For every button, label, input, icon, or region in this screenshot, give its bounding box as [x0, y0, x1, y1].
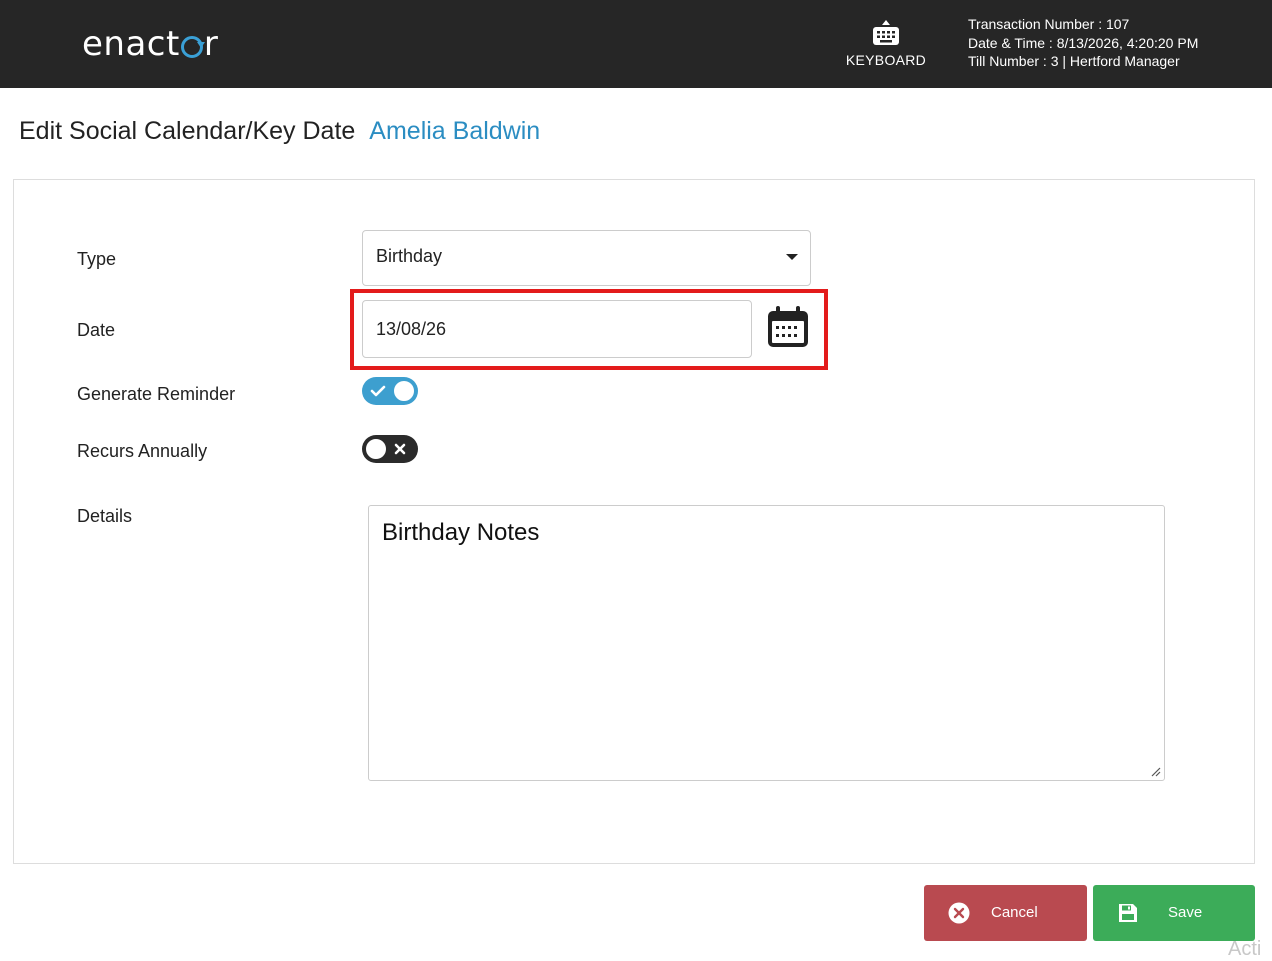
till-info: Till Number : 3 | Hertford Manager [968, 53, 1180, 69]
caret-down-icon [786, 254, 798, 260]
keyboard-icon [873, 20, 899, 45]
cancel-button[interactable]: Cancel [924, 885, 1087, 941]
enactor-logo: enact r [82, 22, 218, 66]
save-button[interactable]: Save [1093, 885, 1255, 941]
page-title-text: Edit Social Calendar/Key Date [19, 117, 356, 145]
close-icon [394, 443, 406, 455]
toggle-knob [392, 379, 416, 403]
recurs-annually-toggle[interactable] [362, 435, 418, 463]
details-textarea[interactable]: Birthday Notes [368, 505, 1165, 781]
details-text: Birthday Notes [382, 519, 540, 546]
customer-name: Amelia Baldwin [369, 117, 541, 145]
recurs-annually-label: Recurs Annually [77, 441, 208, 461]
type-select[interactable]: Birthday [362, 230, 811, 286]
cancel-label: Cancel [991, 904, 1038, 921]
top-bar: enact r KEYBOARD Transaction Number : 107… [0, 0, 1272, 88]
toggle-knob [364, 437, 388, 461]
transaction-number: Transaction Number : 107 [968, 16, 1130, 32]
transaction-info: Transaction Number : 107 Date & Time : 8… [968, 15, 1198, 71]
date-input-value: 13/08/26 [376, 319, 447, 339]
cancel-circle-icon [948, 902, 970, 924]
calendar-icon[interactable] [766, 305, 810, 349]
resize-handle-icon[interactable] [1151, 767, 1161, 777]
activation-watermark: Acti [1228, 938, 1262, 960]
logo-refresh-icon [180, 36, 205, 58]
date-input[interactable]: 13/08/26 [362, 300, 752, 358]
generate-reminder-toggle[interactable] [362, 377, 418, 405]
save-label: Save [1168, 904, 1203, 921]
save-icon [1119, 904, 1137, 922]
date-time: Date & Time : 8/13/2026, 4:20:20 PM [968, 34, 1199, 51]
date-label: Date [77, 320, 116, 340]
logo-text-prefix: enact [82, 24, 180, 64]
logo-text-suffix: r [203, 24, 219, 64]
page-title: Edit Social Calendar/Key Date Amelia Bald… [19, 115, 540, 147]
keyboard-button[interactable]: KEYBOARD [840, 20, 932, 68]
keyboard-label: KEYBOARD [845, 52, 927, 68]
type-select-value: Birthday [376, 246, 443, 266]
details-label: Details [77, 506, 133, 526]
type-label: Type [77, 249, 117, 269]
generate-reminder-label: Generate Reminder [77, 384, 236, 404]
check-icon [370, 385, 386, 397]
